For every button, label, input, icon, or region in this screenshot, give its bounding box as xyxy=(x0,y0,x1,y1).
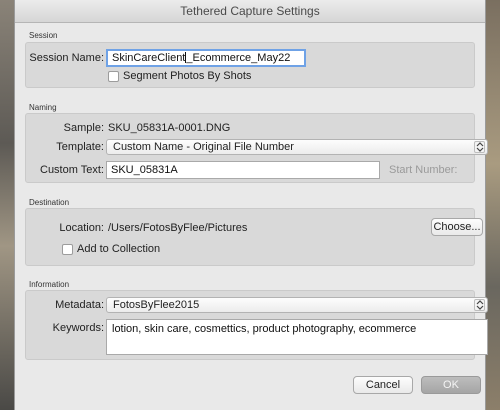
start-number-label: Start Number: xyxy=(389,164,458,176)
tethered-capture-dialog: Tethered Capture Settings Session Sessio… xyxy=(14,0,488,410)
destination-group-label: Destination xyxy=(29,198,70,207)
sample-value: SKU_05831A-0001.DNG xyxy=(108,122,231,134)
naming-group-label: Naming xyxy=(29,103,57,112)
session-panel: Session Name: SkinCareClient_Ecommerce_M… xyxy=(25,42,475,88)
window-title: Tethered Capture Settings xyxy=(15,0,485,23)
metadata-select[interactable]: FotosByFlee2015 xyxy=(106,297,488,313)
cancel-button[interactable]: Cancel xyxy=(353,376,413,394)
sample-label: Sample: xyxy=(63,122,104,134)
template-label: Template: xyxy=(56,141,104,153)
segment-photos-label: Segment Photos By Shots xyxy=(123,70,252,82)
session-name-field[interactable]: SkinCareClient_Ecommerce_May22 xyxy=(106,49,306,67)
add-to-collection-label: Add to Collection xyxy=(77,243,161,255)
custom-text-label: Custom Text: xyxy=(40,164,104,176)
metadata-select-value: FotosByFlee2015 xyxy=(113,299,200,311)
keywords-label: Keywords: xyxy=(52,322,104,334)
destination-panel: Location: /Users/FotosByFlee/Pictures Ch… xyxy=(25,208,483,266)
background-photo-right xyxy=(486,0,500,410)
ok-button[interactable]: OK xyxy=(421,376,481,394)
information-panel: Metadata: FotosByFlee2015 Keywords: loti… xyxy=(25,290,488,360)
metadata-label: Metadata: xyxy=(55,299,104,311)
naming-panel: Sample: SKU_05831A-0001.DNG Template: Cu… xyxy=(25,113,488,183)
segment-photos-checkbox[interactable] xyxy=(108,71,119,82)
session-group-label: Session xyxy=(29,31,58,40)
session-name-label: Session Name: xyxy=(29,52,104,64)
location-value: /Users/FotosByFlee/Pictures xyxy=(108,222,248,234)
up-down-chevron-icon xyxy=(474,141,485,153)
session-name-text-b: _Ecommerce_May22 xyxy=(186,52,291,64)
up-down-chevron-icon xyxy=(474,299,485,311)
template-select[interactable]: Custom Name - Original File Number xyxy=(106,139,488,155)
information-group-label: Information xyxy=(29,280,70,289)
add-to-collection-checkbox[interactable] xyxy=(62,244,73,255)
background-photo-left xyxy=(0,0,14,410)
keywords-field[interactable]: lotion, skin care, cosmettics, product p… xyxy=(106,319,488,355)
choose-button[interactable]: Choose... xyxy=(431,218,483,236)
location-label: Location: xyxy=(59,222,104,234)
custom-text-field[interactable]: SKU_05831A xyxy=(106,161,380,179)
session-name-text-a: SkinCareClient xyxy=(112,52,186,64)
template-select-value: Custom Name - Original File Number xyxy=(113,141,294,153)
